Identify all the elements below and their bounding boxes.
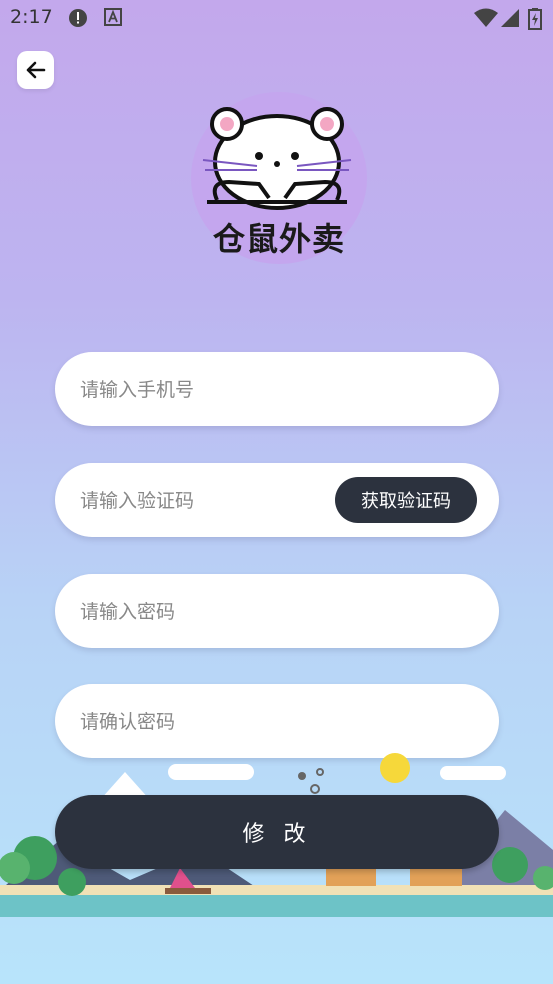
submit-button[interactable]: 修 改 <box>55 795 499 869</box>
password-field[interactable] <box>55 574 499 650</box>
alert-icon <box>69 9 87 27</box>
get-code-button[interactable]: 获取验证码 <box>335 477 477 523</box>
password-input[interactable] <box>78 574 332 650</box>
phone-input[interactable] <box>78 352 332 428</box>
logo-text: 仓鼠外卖 <box>212 220 345 258</box>
phone-field[interactable] <box>55 352 499 428</box>
code-input[interactable] <box>78 463 332 539</box>
status-time: 2:17 <box>10 6 53 28</box>
back-button[interactable] <box>17 51 54 89</box>
hamster-icon <box>202 107 352 210</box>
a-icon <box>104 8 122 26</box>
app-logo: 仓鼠外卖 <box>191 92 367 264</box>
code-field[interactable]: 获取验证码 <box>55 463 499 539</box>
arrow-left-icon <box>26 61 45 79</box>
status-bar: 2:17 <box>0 0 553 36</box>
signal-icon <box>501 9 519 27</box>
wifi-icon <box>474 8 498 27</box>
battery-icon <box>528 8 542 30</box>
